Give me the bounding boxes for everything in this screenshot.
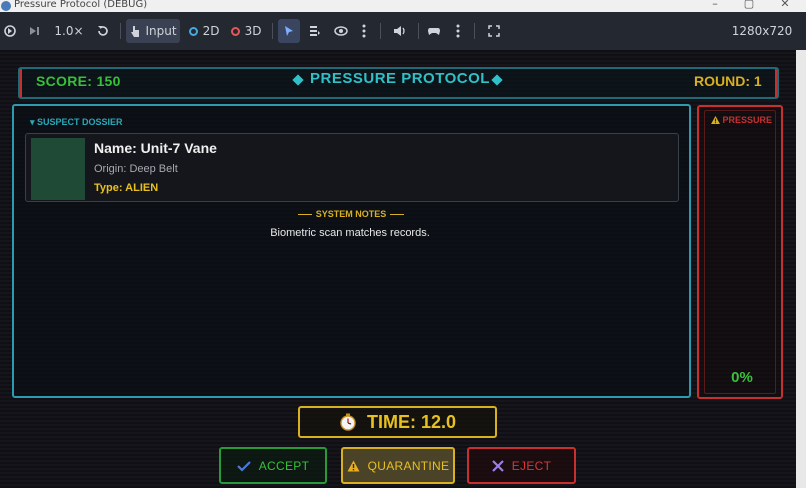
warning-icon-button [347, 460, 360, 471]
score-label: SCORE: 150 [36, 73, 121, 89]
more-icon[interactable] [358, 19, 370, 43]
quarantine-button[interactable]: QUARANTINE [341, 447, 455, 484]
x-icon [491, 459, 504, 472]
fullscreen-icon[interactable] [484, 19, 504, 43]
round-label: ROUND: 1 [694, 73, 762, 89]
window-titlebar: Pressure Protocol (DEBUG) – ▢ ✕ [0, 0, 806, 12]
round-frame [767, 69, 777, 97]
timer-box: TIME: 12.0 [298, 406, 497, 438]
mode-3d-label: 3D [244, 24, 262, 38]
list-icon[interactable] [306, 19, 324, 43]
accept-label: ACCEPT [258, 458, 310, 473]
app-icon [1, 1, 11, 11]
stopwatch-icon [340, 413, 356, 431]
mode-3d-button[interactable]: 3D [228, 19, 264, 43]
suspect-name: Name: Unit-7 Vane [94, 140, 217, 156]
window-title: Pressure Protocol (DEBUG) [14, 0, 148, 10]
gamepad-icon[interactable] [424, 19, 444, 43]
close-icon[interactable]: ✕ [770, 0, 800, 10]
pressure-value: 0% [731, 369, 753, 386]
eye-icon[interactable] [332, 19, 350, 43]
more-icon-2[interactable] [452, 19, 464, 43]
pressure-gauge-track [704, 110, 776, 394]
maximize-icon[interactable]: ▢ [734, 0, 764, 10]
timer-text: TIME: 12.0 [366, 411, 457, 432]
circle-3d-icon [230, 26, 240, 36]
pointer-icon[interactable] [278, 19, 300, 43]
input-toggle[interactable]: Input [126, 19, 180, 43]
score-frame [20, 69, 30, 97]
pressure-heading: PRESSURE [711, 115, 772, 125]
viewport-edge [796, 50, 806, 488]
rewind-icon[interactable] [2, 19, 18, 43]
step-icon[interactable] [26, 19, 42, 43]
mode-2d-button[interactable]: 2D [186, 19, 222, 43]
system-notes-label: SYSTEM NOTES [315, 209, 387, 219]
suspect-type: Type: ALIEN [94, 182, 159, 194]
minimize-icon[interactable]: – [700, 0, 730, 10]
reset-icon[interactable] [94, 19, 112, 43]
resolution-label: 1280x720 [731, 24, 793, 38]
suspect-portrait [31, 138, 85, 200]
debug-toolbar: 1.0× Input 2D 3D 1280x720 [0, 12, 806, 50]
accept-button[interactable]: ACCEPT [219, 447, 327, 484]
pointer-hand-icon [131, 26, 140, 37]
game-title: PRESSURE PROTOCOL [310, 70, 490, 87]
quarantine-label: QUARANTINE [367, 458, 450, 473]
input-label: Input [145, 24, 177, 38]
check-icon [236, 460, 251, 472]
eject-button[interactable]: EJECT [467, 447, 576, 484]
circle-2d-icon [188, 26, 198, 36]
system-notes-text: Biometric scan matches records. [270, 227, 430, 239]
warning-icon [711, 116, 720, 124]
system-notes-heading: SYSTEM NOTES [290, 209, 412, 219]
speed-button[interactable]: 1.0× [54, 19, 84, 43]
mode-2d-label: 2D [202, 24, 220, 38]
suspect-origin: Origin: Deep Belt [94, 163, 178, 175]
pressure-label: PRESSURE [722, 115, 773, 125]
speaker-icon[interactable] [390, 19, 410, 43]
eject-label: EJECT [511, 458, 552, 473]
dossier-heading: ▾ SUSPECT DOSSIER [30, 117, 123, 127]
